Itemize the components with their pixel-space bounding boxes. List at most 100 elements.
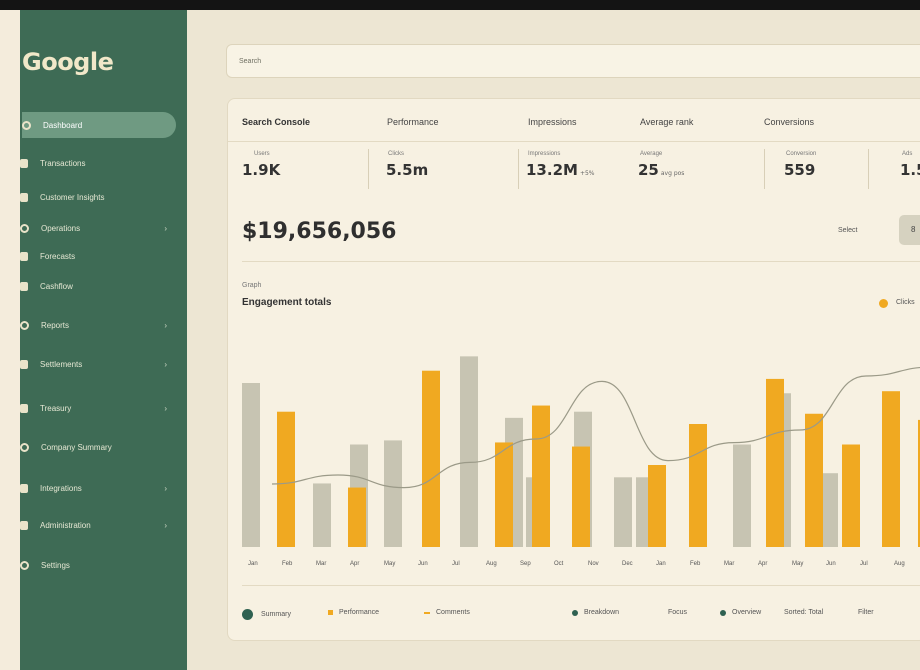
gear-icon [20,560,29,570]
chevron-right-icon: › [164,403,167,413]
bar-gray [733,444,751,547]
bar-yellow [766,378,784,547]
bank-icon [20,403,28,413]
document-icon [20,192,28,202]
sidebar-item-administration[interactable]: Administration › [20,512,187,538]
chevron-right-icon: › [164,483,167,493]
bar-yellow [689,424,707,547]
overview-icon [720,609,726,616]
building-icon [20,442,29,452]
x-tick-label: Sep [520,561,531,567]
sidebar-item-company-summary[interactable]: Company Summary [20,434,187,460]
comments-icon [424,611,430,614]
stat-value-4: 559 [784,161,816,179]
footer-breakdown[interactable]: Breakdown [572,609,619,616]
sidebar-item-cashflow[interactable]: Cashflow [20,273,187,299]
stat-value-1: 5.5m [386,161,429,179]
x-tick-label: Oct [554,561,564,567]
x-tick-label: Jun [826,561,836,567]
sidebar-item-label: Company Summary [41,442,112,452]
chart-small-label: Graph [242,282,262,289]
x-tick-label: Jul [860,561,868,567]
stat-divider [518,149,519,189]
sidebar-item-label: Administration [40,520,91,530]
logo-text: Google [22,48,114,76]
x-tick-label: Jan [656,561,666,567]
sidebar-item-reports[interactable]: Reports › [20,312,187,338]
bar-gray [384,440,402,547]
sidebar-item-label: Integrations [40,483,82,493]
x-tick-label: Jan [248,561,258,567]
x-tick-label: Nov [588,561,599,567]
sidebar-item-label: Operations [41,223,81,233]
col-header-0[interactable]: Search Console [242,117,310,127]
col-header-1[interactable]: Performance [387,117,439,127]
chevron-right-icon: › [164,223,167,233]
main-area: Search Search Console Performance Impres… [187,10,920,670]
sidebar-item-label: Transactions [40,158,86,168]
google-logo[interactable]: Google [22,48,114,76]
sidebar-item-label: Treasury [40,403,72,413]
sidebar-item-customer-insights[interactable]: Customer Insights [20,184,187,210]
filter-button[interactable]: 8 [899,215,920,245]
bar-yellow [842,444,860,547]
chevron-right-icon: › [164,359,167,369]
col-header-4[interactable]: Conversions [764,117,814,127]
folder-icon [20,223,29,233]
footer-overview[interactable]: Overview [720,609,761,616]
search-bar[interactable]: Search [226,44,920,78]
sidebar-item-label: Dashboard [43,120,83,130]
bar-yellow [805,413,823,547]
sidebar-item-settlements[interactable]: Settlements › [20,351,187,377]
footer-divider [242,585,920,586]
bar-yellow [495,442,513,547]
footer-performance[interactable]: Performance [328,609,379,616]
bar-chart: Jan Feb Mar Apr May Jun Jul Aug Sep Oct Nov Dec Jan F… [242,356,920,567]
bar-gray [460,356,478,547]
x-tick-label: Apr [758,561,767,567]
sidebar-item-operations[interactable]: Operations › [20,215,187,241]
stat-value-3: 25 avg pos [638,161,685,179]
report-icon [20,320,29,330]
stat-value-2: 13.2M +5% [526,161,595,179]
x-tick-label: May [384,561,395,567]
footer-summary[interactable]: Summary [242,609,291,620]
wallet-icon [20,281,28,291]
bar-yellow [648,465,666,547]
stat-label-4: Conversion [786,151,817,157]
sidebar-item-forecasts[interactable]: Forecasts [20,243,187,269]
chart-icon [20,251,28,261]
sidebar-item-transactions[interactable]: Transactions [20,150,187,176]
col-header-2[interactable]: Impressions [528,117,577,127]
sidebar-item-label: Reports [41,320,70,330]
bar-yellow [422,370,440,547]
bar-gray [313,483,331,547]
plug-icon [20,483,28,493]
stat-label-0: Users [254,151,270,157]
x-tick-label: Feb [282,561,293,567]
x-tick-label: Mar [724,561,734,567]
summary-icon [242,609,253,620]
footer-sorted[interactable]: Sorted: Total [784,609,823,616]
bar-yellow [532,405,550,547]
sidebar-item-label: Forecasts [40,251,76,261]
sidebar-item-label: Settings [41,560,70,570]
sidebar-item-label: Customer Insights [40,192,105,202]
footer-focus[interactable]: Focus [668,609,687,616]
chevron-right-icon: › [164,520,167,530]
sidebar: Google Dashboard Transactions Customer Ins… [20,10,187,670]
x-tick-label: May [792,561,803,567]
sidebar-item-dashboard[interactable]: Dashboard [22,112,176,138]
sidebar-item-treasury[interactable]: Treasury › [20,395,187,421]
sidebar-item-settings[interactable]: Settings [20,552,187,578]
stat-label-5: Ads [902,151,913,157]
bar-yellow [348,487,366,547]
col-header-3[interactable]: Average rank [640,117,693,127]
stat-label-1: Clicks [388,151,404,157]
stat-value-5: 1.5 [900,161,920,179]
bar-gray [242,383,260,547]
sidebar-item-integrations[interactable]: Integrations › [20,475,187,501]
settlement-icon [20,359,28,369]
footer-filter[interactable]: Filter [858,609,874,616]
footer-comments[interactable]: Comments [424,609,470,616]
